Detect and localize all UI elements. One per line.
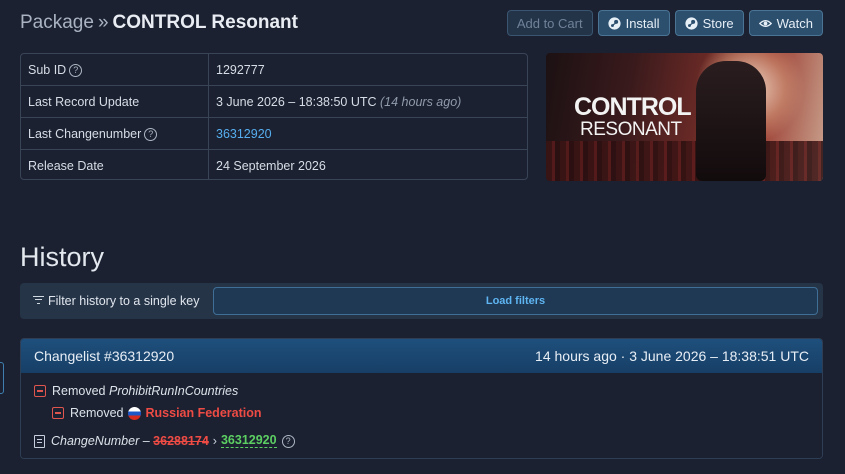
list-item: Removed ProhibitRunInCountries (34, 384, 238, 398)
changelist-title[interactable]: Changelist #36312920 (34, 348, 174, 364)
removed-key: ProhibitRunInCountries (108, 384, 239, 398)
cover-logo-line1: CONTROL (574, 93, 692, 121)
removed-label: Removed (52, 384, 106, 398)
watch-label: Watch (776, 15, 813, 31)
release-date-value: 24 September 2026 (216, 158, 326, 173)
help-icon[interactable]: ? (144, 127, 158, 141)
table-row: Last Record Update 3 June 2026 – 18:38:5… (21, 85, 527, 118)
action-buttons: Add to Cart Install Store Watch (506, 10, 823, 36)
sub-id-value: 1292777 (208, 54, 527, 86)
table-row: Sub ID? 1292777 (21, 54, 527, 86)
title-prefix: Package (20, 12, 94, 33)
filter-label: Filter history to a single key (33, 294, 199, 308)
last-changenumber-label: Last Changenumber (28, 126, 142, 141)
row-value: 36312920 (208, 117, 527, 150)
package-name: CONTROL Resonant (112, 12, 298, 33)
removed-label: Removed (70, 406, 124, 420)
title-separator: » (97, 12, 109, 33)
add-to-cart-label: Add to Cart (516, 15, 583, 31)
row-key: Last Changenumber? (21, 117, 209, 150)
changelist-header: Changelist #36312920 14 hours ago · 3 Ju… (21, 339, 822, 373)
table-row: Release Date 24 September 2026 (21, 149, 527, 179)
release-date-label: Release Date (21, 149, 209, 179)
document-icon (34, 434, 45, 448)
relative-time: (14 hours ago) (380, 94, 462, 109)
page-header: Package» CONTROL Resonant Add to Cart Ins… (20, 10, 823, 38)
dash: – (142, 434, 150, 448)
help-icon[interactable]: ? (69, 63, 83, 77)
side-scroll-tab[interactable] (0, 362, 4, 394)
steam-icon (608, 16, 621, 30)
row-value: 3 June 2026 – 18:38:50 UTC (14 hours ago… (208, 85, 527, 118)
filter-icon (33, 296, 44, 304)
row-key: Sub ID? (21, 54, 209, 86)
last-record-update-label: Last Record Update (21, 85, 209, 118)
history-filter-bar: Filter history to a single key Load filt… (20, 283, 823, 319)
russia-flag-icon (127, 406, 141, 420)
install-button[interactable]: Install (597, 10, 670, 36)
load-filters-button[interactable]: Load filters (213, 287, 818, 315)
changelist-body: Removed ProhibitRunInCountries Removed R… (21, 373, 822, 458)
store-label: Store (702, 15, 734, 31)
removed-icon (52, 407, 64, 419)
removed-icon (34, 385, 46, 397)
list-item: Removed Russian Federation (52, 406, 262, 420)
store-button[interactable]: Store (674, 10, 744, 36)
steam-icon (684, 16, 698, 30)
old-changenumber: 36288174 (153, 434, 209, 448)
history-heading: History (20, 242, 105, 272)
help-icon[interactable]: ? (281, 434, 295, 448)
list-item: ChangeNumber – 36288174 › 36312920? (34, 434, 295, 448)
cover-logo-line2: RESONANT (580, 119, 682, 140)
removed-country: Russian Federation (145, 406, 262, 420)
change-key: ChangeNumber (51, 434, 140, 448)
changelist-card: Changelist #36312920 14 hours ago · 3 Ju… (20, 338, 823, 459)
watch-button[interactable]: Watch (748, 10, 823, 36)
changenumber-link[interactable]: 36312920 (216, 127, 272, 141)
cover-figure (696, 61, 766, 181)
arrow: › (212, 434, 217, 448)
package-info-table: Sub ID? 1292777 Last Record Update 3 Jun… (20, 53, 528, 180)
add-to-cart-button[interactable]: Add to Cart (506, 10, 593, 36)
new-changenumber[interactable]: 36312920 (220, 434, 277, 448)
filter-label-text: Filter history to a single key (48, 294, 200, 308)
install-label: Install (625, 15, 660, 31)
eye-icon (758, 19, 772, 27)
cover-city (546, 141, 823, 181)
package-cover-image: CONTROL RESONANT (546, 53, 823, 181)
page-title: Package» CONTROL Resonant (20, 12, 298, 34)
sub-id-label: Sub ID (28, 62, 67, 77)
changelist-time: 14 hours ago · 3 June 2026 – 18:38:51 UT… (535, 348, 809, 364)
last-record-update-value: 3 June 2026 – 18:38:50 UTC (216, 94, 377, 109)
table-row: Last Changenumber? 36312920 (21, 117, 527, 150)
